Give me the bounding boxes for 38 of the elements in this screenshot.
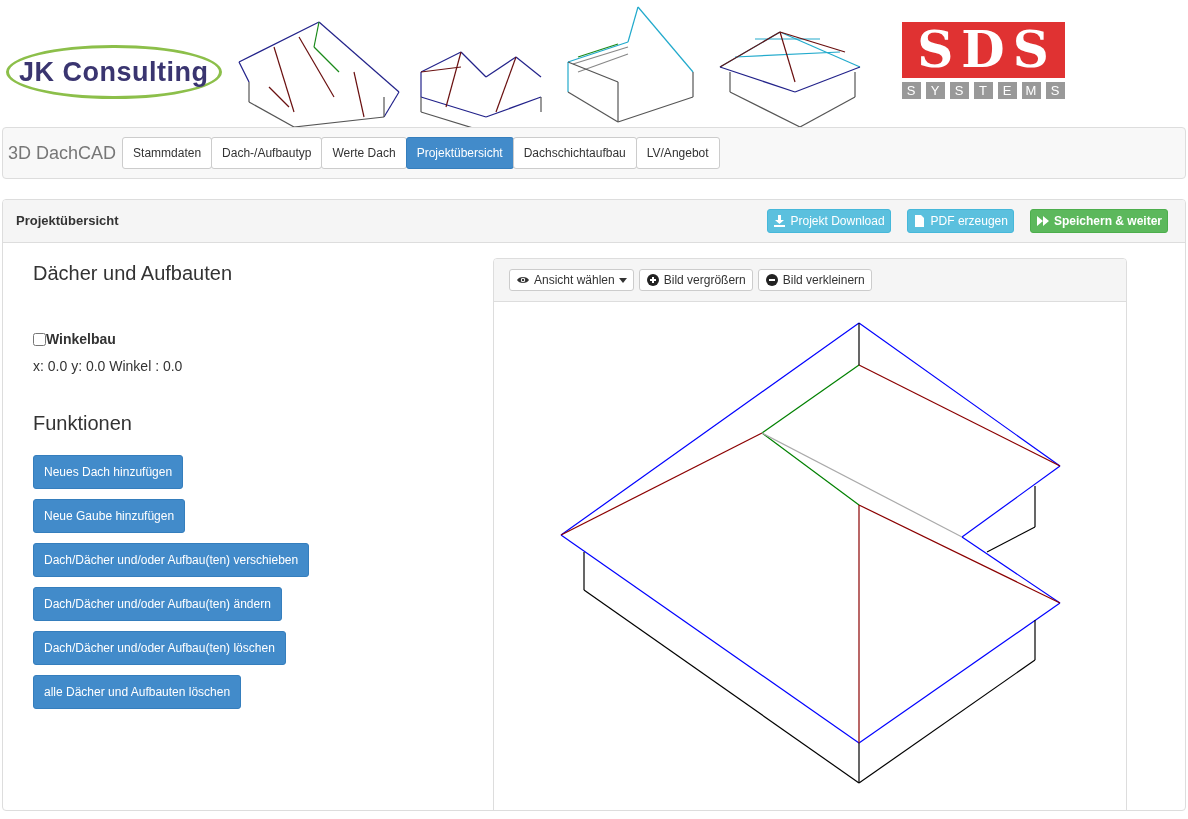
minus-circle-icon — [764, 273, 779, 287]
function-button[interactable]: Dach/Dächer und/oder Aufbau(ten) verschieben — [33, 543, 310, 577]
toolbar-button[interactable]: Ansicht wählen — [509, 269, 634, 291]
logo-letter: S — [901, 82, 921, 99]
coordinates-text: x: 0.0 y: 0.0 Winkel : 0.0 — [33, 357, 184, 376]
logo-letter: M — [1021, 82, 1041, 99]
section-heading: Dächer und Aufbauten — [33, 261, 234, 285]
logo-letter: Y — [925, 82, 945, 99]
toolbar-button[interactable]: Bild vergrößern — [638, 269, 753, 291]
function-button[interactable]: Dach/Dächer und/oder Aufbau(ten) löschen — [33, 631, 286, 665]
winkelbau-checkbox[interactable] — [33, 333, 46, 346]
function-button[interactable]: Neues Dach hinzufügen — [33, 455, 184, 489]
nav-tab[interactable]: Werte Dach — [321, 137, 407, 169]
caret-icon — [618, 277, 627, 283]
company-logo: JK Consulting — [6, 44, 222, 99]
download-icon — [772, 214, 787, 228]
section-heading: Funktionen — [33, 411, 133, 435]
logo-mark: SDS — [901, 22, 1065, 78]
plus-circle-icon — [645, 273, 660, 287]
panel-title: Projektübersicht — [16, 212, 119, 231]
nav-tab[interactable]: Stammdaten — [122, 137, 213, 169]
logo-letter: T — [973, 82, 993, 99]
nav-tab[interactable]: LV/Angebot — [635, 137, 720, 169]
checkbox-label[interactable]: Winkelbau — [46, 329, 116, 350]
nav-tab[interactable]: Projektübersicht — [405, 137, 514, 169]
nav-tab[interactable]: Dachschichtaufbau — [512, 137, 637, 169]
action-button[interactable]: Speichern & weiter — [1029, 209, 1168, 233]
toolbar-button[interactable]: Bild verkleinern — [757, 269, 872, 291]
fast-forward-icon — [1035, 214, 1050, 228]
function-button[interactable]: Dach/Dächer und/oder Aufbau(ten) ändern — [33, 587, 282, 621]
logo-letter: S — [949, 82, 969, 99]
logo-letter: S — [1045, 82, 1065, 99]
document-icon — [912, 214, 927, 228]
logo-letter: E — [997, 82, 1017, 99]
nav-tab[interactable]: Dach-/Aufbautyp — [211, 137, 323, 169]
function-button[interactable]: Neue Gaube hinzufügen — [33, 499, 186, 533]
app-brand[interactable]: 3D DachCAD — [8, 139, 117, 167]
function-button[interactable]: alle Dächer und Aufbauten löschen — [33, 675, 242, 709]
